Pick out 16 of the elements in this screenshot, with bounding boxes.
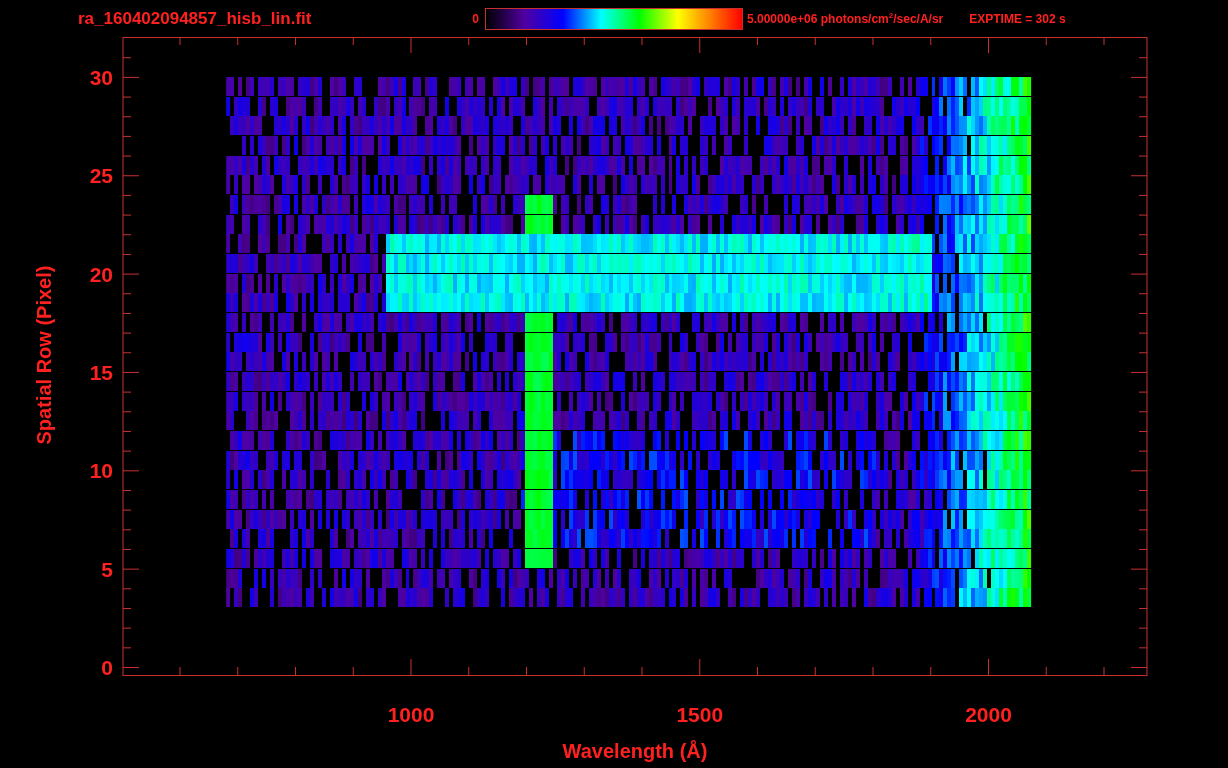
x-axis-label: Wavelength (Å) — [562, 740, 708, 762]
y-tick-label: 0 — [101, 656, 113, 679]
x-tick-label: 1500 — [676, 703, 724, 726]
y-axis-label: Spatial Row (Pixel) — [33, 265, 55, 445]
y-tick-label: 5 — [101, 557, 113, 581]
y-tick-label: 10 — [89, 459, 113, 483]
y-tick-label: 20 — [89, 262, 113, 286]
colorbar-min-label: 0 — [471, 11, 479, 26]
y-tick-label: 25 — [89, 164, 113, 188]
exposure-time: EXPTIME = 302 s — [969, 11, 1066, 26]
file-title: ra_160402094857_hisb_lin.fit — [78, 8, 313, 29]
colorbar-max-label: 5.00000e+06 photons/cm$^{2}$/sec/A/sr — [747, 11, 944, 26]
x-tick-label: 1000 — [387, 703, 435, 726]
x-tick-label: 2000 — [965, 703, 1012, 726]
y-tick-label: 30 — [89, 65, 113, 89]
y-tick-label: 15 — [89, 360, 113, 384]
